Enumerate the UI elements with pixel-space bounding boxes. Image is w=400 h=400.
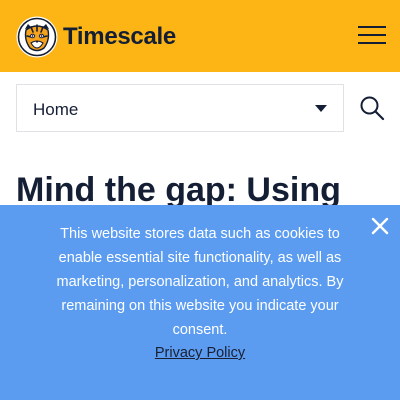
search-icon — [360, 96, 385, 121]
section-select-value: Home — [33, 100, 79, 119]
cookie-message: This website stores data such as cookies… — [56, 226, 344, 338]
search-button[interactable] — [358, 94, 386, 122]
brand-name: Timescale — [63, 23, 176, 50]
menu-bar — [358, 34, 386, 36]
tiger-head-icon — [16, 16, 58, 58]
caret-down-icon — [315, 105, 327, 112]
menu-bar — [358, 26, 386, 28]
cookie-banner: This website stores data such as cookies… — [0, 205, 400, 400]
close-icon — [371, 217, 389, 235]
hamburger-menu-icon[interactable] — [357, 24, 387, 48]
cookie-close-button[interactable] — [370, 216, 390, 236]
cookie-link-wrapper: Privacy Policy — [0, 342, 400, 364]
site-header: Timescale — [0, 0, 400, 72]
section-select[interactable]: Home — [16, 84, 344, 132]
timescale-logo[interactable]: Timescale — [16, 16, 176, 58]
menu-bar — [358, 42, 386, 44]
privacy-policy-link[interactable]: Privacy Policy — [155, 345, 245, 361]
